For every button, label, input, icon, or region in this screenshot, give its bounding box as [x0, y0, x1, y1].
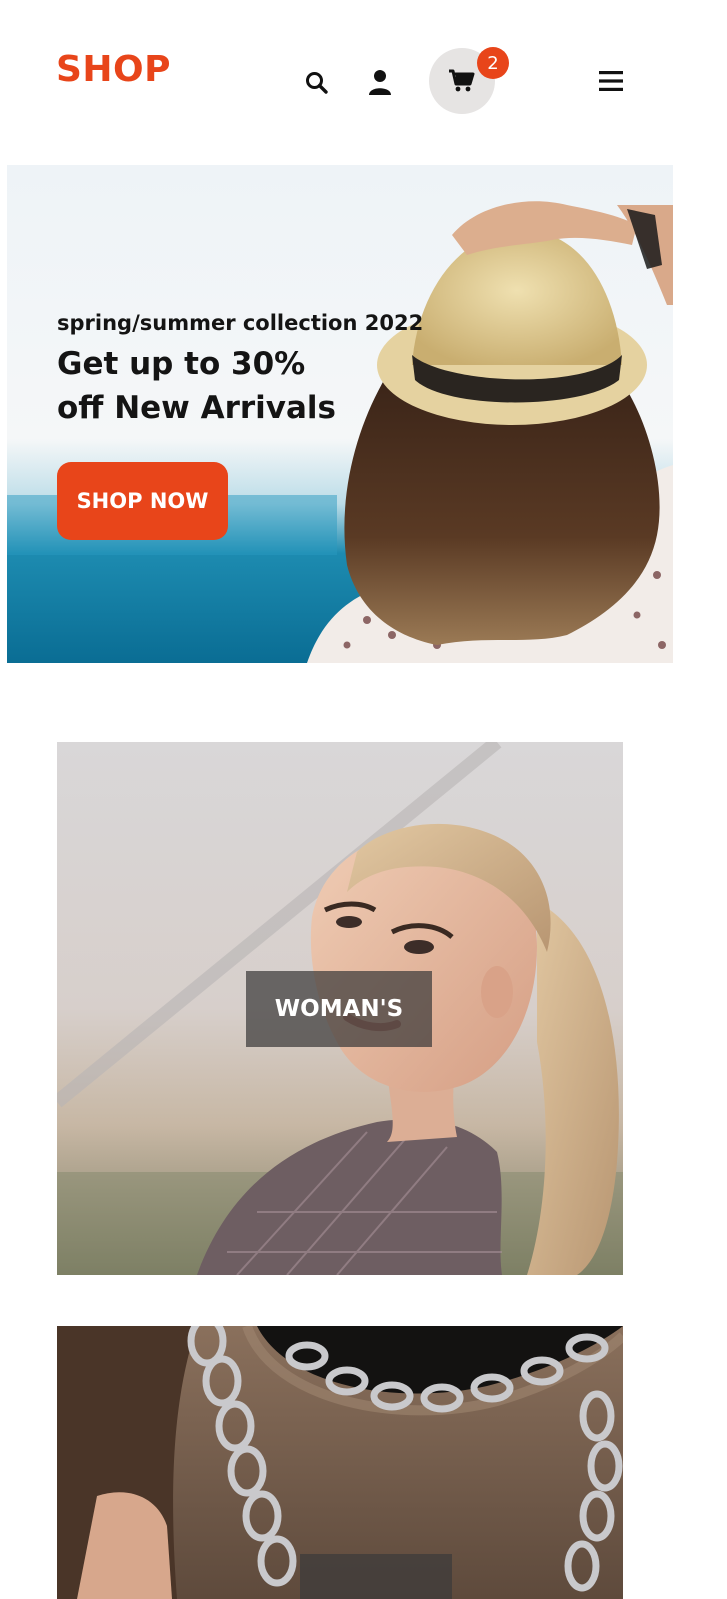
cart-count-badge: 2	[477, 47, 509, 79]
category-card-womans[interactable]: WOMAN'S	[57, 742, 623, 1275]
cart-icon	[449, 69, 475, 92]
menu-icon[interactable]	[594, 64, 628, 98]
category-label-second	[300, 1554, 452, 1599]
shop-now-button[interactable]: SHOP NOW	[57, 462, 228, 540]
page: SHOP 2 spring/summer collection 2022 Get…	[0, 0, 727, 1599]
hero-eyebrow: spring/summer collection 2022	[57, 311, 424, 335]
hero-title-line-2: off New Arrivals	[57, 390, 336, 426]
category-card-second[interactable]	[57, 1326, 623, 1599]
hero-banner: spring/summer collection 2022 Get up to …	[7, 165, 673, 663]
category-label-womans: WOMAN'S	[246, 971, 432, 1047]
logo[interactable]: SHOP	[56, 52, 171, 88]
user-icon[interactable]	[365, 66, 395, 98]
hero-title-line-1: Get up to 30%	[57, 346, 306, 382]
hero-title: Get up to 30% off New Arrivals	[57, 342, 336, 430]
search-icon[interactable]	[302, 68, 332, 98]
site-header: SHOP 2	[0, 0, 727, 140]
